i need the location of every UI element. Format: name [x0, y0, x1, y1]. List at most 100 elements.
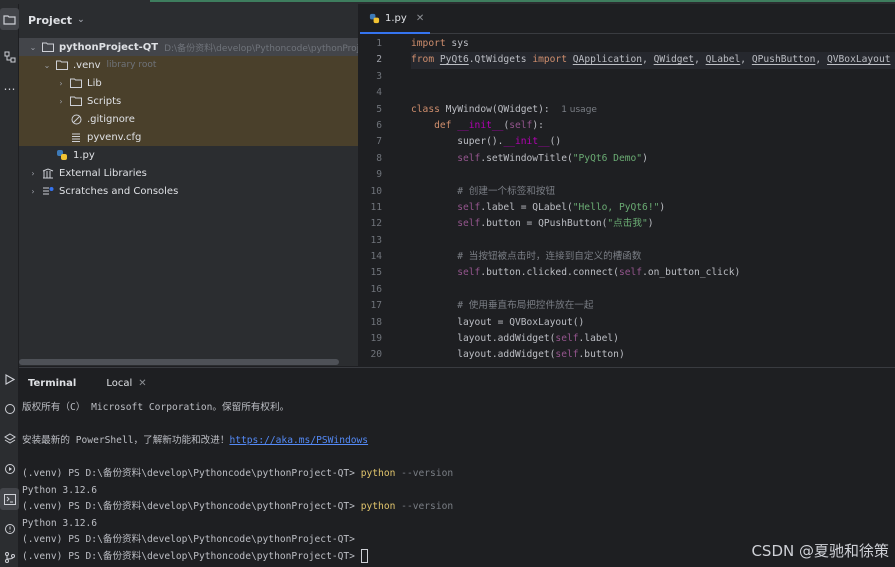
- code-line: class MyWindow(QWidget): 1 usage: [411, 102, 895, 118]
- editor-tab-bar: 1.py ✕: [360, 4, 895, 34]
- project-panel: Project ⌄ ⌄ pythonProject-QT D:\备份资料\dev…: [19, 4, 359, 366]
- tab-label: 1.py: [385, 12, 407, 24]
- terminal-prompt: (.venv) PS D:\备份资料\develop\Pythoncode\py…: [22, 468, 361, 479]
- terminal-line: 安装最新的 PowerShell，了解新功能和改进！https://aka.ms…: [22, 433, 892, 450]
- code-comment: # 使用垂直布局把控件放在一起: [457, 300, 594, 312]
- tab-local-label: Local: [106, 377, 133, 389]
- code-line: # 创建一个标签和按钮: [411, 184, 895, 200]
- line-number: 9: [376, 169, 382, 181]
- code-token: QLabel: [705, 54, 741, 66]
- line-number: 13: [370, 234, 382, 246]
- code-token: def: [434, 119, 452, 131]
- accent-bar: [150, 0, 895, 2]
- code-token: self: [457, 201, 481, 213]
- code-editor[interactable]: 1.py ✕ 1 2 3 4 5 6 7 8 9 10 11 12 13 14 15 16 17 18 19 20 i…: [360, 4, 895, 366]
- tree-item-venv[interactable]: ⌄ .venv library root: [19, 56, 358, 74]
- tree-item-label: Lib: [87, 77, 102, 89]
- structure-tool-icon[interactable]: [0, 46, 19, 68]
- chevron-down-icon[interactable]: ⌄: [41, 61, 53, 70]
- code-line: layout = QVBoxLayout(): [411, 315, 895, 331]
- horizontal-scrollbar[interactable]: [19, 359, 339, 365]
- line-number: 1: [376, 38, 382, 49]
- code-token: import: [532, 54, 567, 66]
- code-token: ): [642, 152, 648, 164]
- code-token: QPushButton: [751, 54, 816, 66]
- close-icon[interactable]: ✕: [416, 13, 424, 24]
- tree-item-scratches[interactable]: › Scratches and Consoles: [19, 182, 358, 200]
- terminal-tool-icon[interactable]: [0, 488, 19, 510]
- library-icon: [41, 166, 55, 180]
- chevron-right-icon[interactable]: ›: [55, 97, 67, 106]
- terminal-command: python: [360, 468, 396, 479]
- line-number: 19: [370, 333, 382, 345]
- run-tool-icon[interactable]: [0, 368, 19, 390]
- tree-item-label: External Libraries: [59, 167, 147, 179]
- tree-item-external-libraries[interactable]: › External Libraries: [19, 164, 358, 182]
- tree-item-project-root[interactable]: ⌄ pythonProject-QT D:\备份资料\develop\Pytho…: [19, 38, 358, 56]
- terminal-cursor: [360, 548, 368, 563]
- project-panel-title: Project: [28, 13, 73, 27]
- problems-icon[interactable]: [0, 518, 19, 540]
- terminal-tab-bar: Terminal Local ✕: [19, 368, 895, 398]
- layers-icon[interactable]: [0, 428, 19, 450]
- terminal-prompt: (.venv) PS D:\备份资料\develop\Pythoncode\py…: [22, 501, 361, 512]
- code-token: "Hello, PyQt6!": [572, 201, 660, 213]
- code-line: # 当按钮被点击时，连接到自定义的槽函数: [411, 249, 895, 265]
- tree-item-label: .venv: [73, 59, 101, 71]
- code-area[interactable]: import sys from PyQt6.QtWidgets import Q…: [411, 36, 895, 364]
- tree-item-gitignore[interactable]: .gitignore: [19, 110, 358, 128]
- chevron-down-icon[interactable]: ⌄: [27, 43, 39, 52]
- line-number: 6: [376, 119, 382, 131]
- line-number: 5: [376, 103, 382, 115]
- tree-item-label: .gitignore: [87, 113, 135, 125]
- scratches-icon: [41, 184, 55, 198]
- code-token: self: [457, 218, 481, 230]
- project-tool-icon[interactable]: [0, 8, 19, 30]
- code-token: .label = QLabel(: [480, 201, 573, 213]
- python-console-icon[interactable]: [0, 398, 19, 420]
- code-token: "PyQt6 Demo": [572, 152, 643, 164]
- tree-item-pyvenv[interactable]: pyvenv.cfg: [19, 128, 358, 146]
- code-token: __init__: [457, 119, 504, 131]
- chevron-right-icon[interactable]: ›: [27, 187, 39, 196]
- services-icon[interactable]: [0, 458, 19, 480]
- code-line: layout.addWidget(self.label): [411, 331, 895, 347]
- terminal-text: 安装最新的 PowerShell，了解新功能和改进！: [22, 435, 230, 446]
- code-token: (): [549, 136, 562, 148]
- code-token: .button.clicked.connect(: [480, 267, 619, 279]
- more-tools-icon[interactable]: ⋯: [0, 78, 19, 100]
- usage-inlay-hint[interactable]: 1 usage: [561, 105, 597, 115]
- code-token: self: [457, 152, 481, 164]
- tab-local[interactable]: Local ✕: [106, 378, 146, 389]
- folder-icon: [69, 76, 83, 90]
- code-token: .on_button_click): [642, 267, 741, 279]
- tree-item-1py[interactable]: 1.py: [19, 146, 358, 164]
- code-line: self.setWindowTitle("PyQt6 Demo"): [411, 151, 895, 167]
- code-token: QApplication: [572, 54, 643, 66]
- code-token: import: [411, 38, 446, 49]
- chevron-right-icon[interactable]: ›: [55, 79, 67, 88]
- tree-item-label: 1.py: [73, 149, 95, 161]
- close-icon[interactable]: ✕: [138, 378, 146, 389]
- terminal-panel[interactable]: Terminal Local ✕ 版权所有（C） Microsoft Corpor…: [19, 367, 895, 567]
- powershell-link[interactable]: https://aka.ms/PSWindows: [229, 435, 368, 446]
- line-number: 20: [370, 349, 382, 361]
- tree-item-lib[interactable]: › Lib: [19, 74, 358, 92]
- terminal-command: python: [360, 501, 396, 512]
- tree-item-scripts[interactable]: › Scripts: [19, 92, 358, 110]
- git-icon[interactable]: [0, 546, 19, 567]
- code-line-current: from PyQt6.QtWidgets import QApplication…: [411, 52, 895, 69]
- code-line: self.button.clicked.connect(self.on_butt…: [411, 265, 895, 281]
- code-token: PyQt6: [439, 54, 469, 66]
- terminal-title: Terminal: [28, 377, 77, 389]
- terminal-line: Python 3.12.6: [22, 517, 98, 529]
- project-panel-header[interactable]: Project ⌄: [19, 4, 358, 36]
- chevron-right-icon[interactable]: ›: [27, 169, 39, 178]
- tree-item-label: Scripts: [87, 95, 122, 107]
- chevron-down-icon[interactable]: ⌄: [77, 15, 85, 25]
- line-number: 3: [376, 70, 382, 82]
- tab-1py[interactable]: 1.py ✕: [360, 4, 430, 34]
- code-line: super().__init__(): [411, 134, 895, 150]
